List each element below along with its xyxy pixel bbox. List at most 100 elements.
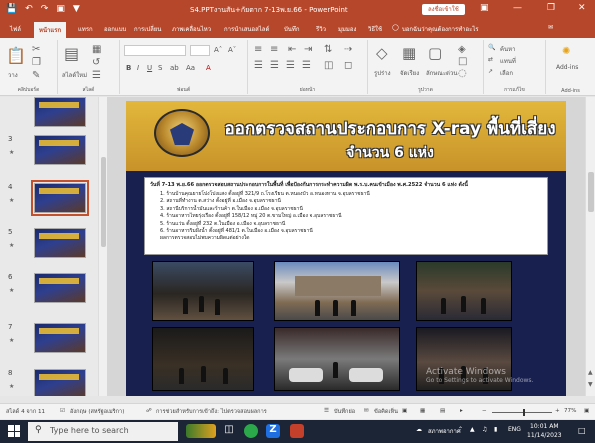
- slide-subtitle[interactable]: จำนวน 6 แห่ง: [222, 142, 558, 164]
- slide-sorter-icon[interactable]: ▦: [420, 408, 425, 414]
- next-slide-icon[interactable]: ▼: [588, 381, 593, 388]
- arrange-icon[interactable]: ▦: [402, 44, 416, 62]
- tab-insert[interactable]: แทรก: [78, 24, 93, 34]
- news-widget-icon[interactable]: [186, 424, 216, 438]
- comments-icon[interactable]: ✉: [364, 408, 369, 414]
- inspection-photo-1[interactable]: [152, 261, 254, 321]
- smartart-icon[interactable]: ◻: [344, 60, 352, 71]
- line-spacing-icon[interactable]: ⇅: [324, 44, 332, 55]
- inspection-photo-4[interactable]: [152, 327, 254, 391]
- align-right-icon[interactable]: ☰: [286, 60, 295, 71]
- spellcheck-icon[interactable]: ☑: [60, 408, 65, 414]
- tab-help[interactable]: วิธีใช้: [368, 24, 382, 34]
- select-icon[interactable]: ↗: [488, 68, 493, 75]
- redo-icon[interactable]: ↷: [41, 4, 49, 14]
- zoom-level[interactable]: 77%: [564, 408, 576, 414]
- cut-icon[interactable]: ✂: [32, 44, 40, 55]
- volume-icon[interactable]: ♫: [482, 426, 487, 433]
- system-clock[interactable]: 10:01 AM 11/14/2023: [527, 422, 562, 440]
- task-view-icon[interactable]: ◫: [222, 424, 236, 438]
- thumbnail-scroll-thumb[interactable]: [101, 157, 106, 247]
- find-icon[interactable]: 🔍: [488, 44, 495, 51]
- shapes-icon[interactable]: ◇: [376, 44, 388, 62]
- powerpoint-app-icon[interactable]: [290, 424, 304, 438]
- numbering-icon[interactable]: ≡: [270, 44, 278, 55]
- slide-scrollbar[interactable]: ▲ ▼: [585, 97, 595, 396]
- slide-thumbnail-image[interactable]: [34, 228, 86, 258]
- shape-effects-icon[interactable]: ◌: [458, 68, 467, 79]
- increase-indent-icon[interactable]: ⇥: [304, 44, 312, 55]
- tell-me-input[interactable]: บอกฉันว่าคุณต้องการทำอะไร: [402, 24, 479, 34]
- tell-me-icon[interactable]: ◯: [392, 24, 399, 31]
- paste-label[interactable]: วาง: [8, 70, 18, 80]
- slide-thumbnail-image[interactable]: [34, 273, 86, 303]
- new-slide-label[interactable]: สไลด์ใหม่: [62, 70, 87, 80]
- network-icon[interactable]: ▲: [470, 426, 475, 433]
- signin-button[interactable]: ลงชื่อเข้าใช้: [422, 4, 465, 15]
- strikethrough-icon[interactable]: S: [158, 64, 162, 72]
- font-color-icon[interactable]: A: [206, 64, 211, 72]
- share-icon[interactable]: ✉: [548, 24, 553, 31]
- slide-thumbnail-image[interactable]: [34, 323, 86, 353]
- zoom-out-icon[interactable]: −: [482, 408, 487, 414]
- slide-thumbnail-image[interactable]: [34, 369, 86, 396]
- slide-scroll-thumb[interactable]: [588, 172, 594, 212]
- present-icon[interactable]: ▣: [56, 4, 65, 14]
- inspection-photo-5[interactable]: [274, 327, 400, 391]
- maximize-icon[interactable]: ❐: [547, 3, 555, 13]
- shape-outline-icon[interactable]: □: [458, 56, 467, 67]
- zoom-slider-knob[interactable]: [523, 409, 525, 416]
- zoom-slider[interactable]: [492, 412, 552, 413]
- reading-view-icon[interactable]: ▤: [440, 408, 445, 414]
- inspection-photo-3[interactable]: [416, 261, 512, 321]
- ribbon-display-icon[interactable]: ▣: [480, 3, 489, 13]
- format-painter-icon[interactable]: ✎: [32, 70, 40, 81]
- customize-icon[interactable]: ▼: [73, 4, 80, 14]
- replace-label[interactable]: แทนที่: [500, 56, 516, 66]
- font-size-box[interactable]: [190, 45, 210, 56]
- inspection-textbox[interactable]: วันที่ 7-13 พ.ย.66 ออกตรวจสอบสถานประกอบก…: [144, 177, 548, 255]
- weather-label[interactable]: สภาพอากาศ: [428, 426, 461, 436]
- shapes-label[interactable]: รูปร่าง: [374, 68, 391, 78]
- tab-slideshow[interactable]: การนำเสนอสไลด์: [224, 24, 269, 34]
- underline-icon[interactable]: U: [147, 64, 152, 72]
- change-case-icon[interactable]: Aa: [186, 64, 195, 72]
- font-name-box[interactable]: [124, 45, 186, 56]
- normal-view-icon[interactable]: ▣: [402, 408, 407, 414]
- slide-thumbnail-image[interactable]: [31, 180, 89, 216]
- weather-icon[interactable]: ☁: [416, 426, 422, 433]
- shape-fill-icon[interactable]: ◈: [458, 44, 466, 55]
- decrease-indent-icon[interactable]: ⇤: [288, 44, 296, 55]
- thumbnail-scrollbar[interactable]: [98, 97, 107, 396]
- accessibility-icon[interactable]: ☍: [146, 408, 152, 414]
- notification-icon[interactable]: □: [578, 426, 586, 435]
- arrange-label[interactable]: จัดเรียง: [400, 68, 419, 78]
- accessibility-status[interactable]: การช่วยสำหรับการเข้าถึง: ไปตรวจสอบผลการ: [156, 408, 267, 416]
- slideshow-icon[interactable]: ▸: [460, 408, 463, 414]
- prev-slide-icon[interactable]: ▲: [588, 369, 593, 376]
- new-slide-icon[interactable]: ▤: [64, 44, 79, 63]
- bullets-icon[interactable]: ≡: [254, 44, 262, 55]
- section-icon[interactable]: ☰: [92, 70, 101, 81]
- slide-thumbnail-image[interactable]: [34, 97, 86, 127]
- replace-icon[interactable]: ⇄: [488, 56, 493, 63]
- tab-design[interactable]: ออกแบบ: [104, 24, 126, 34]
- text-direction-icon[interactable]: ⇢: [344, 44, 352, 55]
- notes-icon[interactable]: ☰: [324, 408, 329, 414]
- battery-icon[interactable]: ▮: [494, 426, 497, 433]
- inspection-photo-2[interactable]: [274, 261, 400, 321]
- input-language[interactable]: ENG: [508, 426, 521, 433]
- select-label[interactable]: เลือก: [500, 68, 513, 78]
- show-hidden-icon[interactable]: ⌃: [458, 426, 463, 433]
- find-label[interactable]: ค้นหา: [500, 44, 515, 54]
- addins-label[interactable]: Add-ins: [556, 64, 578, 71]
- grow-font-icon[interactable]: Aˆ: [214, 46, 222, 54]
- language-status[interactable]: อังกฤษ (สหรัฐอเมริกา): [70, 408, 124, 416]
- zoom-in-icon[interactable]: +: [555, 408, 560, 414]
- bold-icon[interactable]: B: [126, 64, 131, 72]
- current-slide[interactable]: ออกตรวจสถานประกอบการ X-ray พื้นที่เสี่ยง…: [126, 101, 566, 396]
- align-left-icon[interactable]: ☰: [254, 60, 263, 71]
- comments-button[interactable]: ข้อคิดเห็น: [374, 408, 398, 416]
- undo-icon[interactable]: ↶: [25, 4, 33, 14]
- zoom-app-icon[interactable]: Z: [266, 424, 280, 438]
